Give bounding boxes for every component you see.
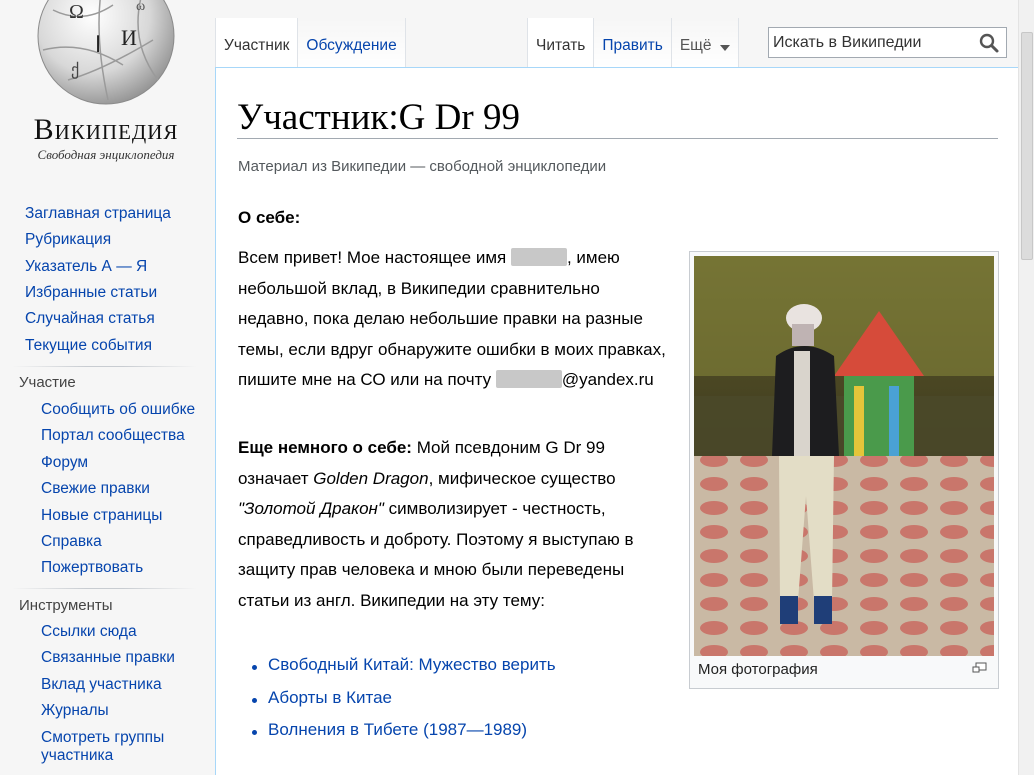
svg-text:И: И [121, 25, 137, 50]
sidebar-item-user-groups-line2[interactable]: участника [41, 747, 113, 765]
about-italic: "Золотой Дракон" [238, 499, 384, 518]
sidebar-divider [12, 588, 197, 589]
search-icon[interactable] [978, 32, 1000, 54]
tab-more-label: Ещё [679, 37, 712, 54]
sidebar-heading-participation[interactable]: Участие [19, 374, 76, 391]
tab-edit[interactable]: Править [594, 18, 672, 67]
intro-text: Всем привет! Мое настоящее имя [238, 248, 511, 267]
sidebar-divider [12, 366, 197, 367]
svg-text:ا: ا [95, 32, 101, 57]
chevron-down-icon [719, 45, 730, 51]
content-area: Участник:G Dr 99 Материал из Википедии —… [215, 67, 1018, 775]
scrollbar[interactable] [1018, 0, 1034, 775]
search-box [768, 27, 1007, 58]
search-input[interactable] [773, 31, 973, 54]
list-item[interactable]: Аборты в Китае [250, 688, 556, 721]
sidebar-item-logs[interactable]: Журналы [41, 702, 109, 720]
email-domain: @yandex.ru [561, 370, 654, 389]
wordmark: Википедия [33, 113, 179, 146]
tagline: Свободная энциклопедия [37, 147, 175, 162]
svg-text:W: W [113, 0, 130, 4]
title-divider [237, 138, 998, 139]
list-item[interactable]: Волнения в Тибете (1987—1989) [250, 720, 556, 753]
redacted-name [510, 248, 567, 266]
sidebar-item-current-events[interactable]: Текущие события [25, 337, 152, 355]
svg-text:ω: ω [136, 0, 145, 14]
wikipedia-logo[interactable]: Ω W ω ا И ქ Википедия Свободная энциклоп… [0, 0, 215, 180]
sidebar-item-donate[interactable]: Пожертвовать [41, 559, 143, 577]
sidebar-item-related-changes[interactable]: Связанные правки [41, 649, 175, 667]
sidebar-item-categories[interactable]: Рубрикация [25, 231, 111, 249]
tab-read-label: Читать [536, 37, 586, 54]
sidebar-item-community-portal[interactable]: Портал сообщества [41, 427, 185, 445]
sidebar-item-contributions[interactable]: Вклад участника [41, 676, 162, 694]
namespace-tabs: Участник Обсуждение [215, 18, 406, 67]
site-subtitle: Материал из Википедии — свободной энцикл… [238, 158, 607, 175]
sidebar-item-main-page[interactable]: Заглавная страница [25, 205, 171, 223]
about-italic: Golden Dragon [313, 468, 429, 488]
puzzle-globe-icon: Ω W ω ا И ქ [37, 0, 175, 105]
sidebar-item-featured[interactable]: Избранные статьи [25, 284, 157, 302]
sidebar-item-index[interactable]: Указатель А — Я [25, 258, 147, 276]
tab-discussion-label: Обсуждение [306, 37, 397, 54]
about-more-label: Еще немного о себе: [238, 438, 412, 457]
translated-articles-list: Свободный Китай: Мужество верить Аборты … [250, 655, 556, 753]
tab-user-label: Участник [224, 37, 290, 54]
sidebar-item-help[interactable]: Справка [41, 533, 102, 551]
about-text: , мифическое существо [428, 468, 616, 488]
about-heading: О себе: [238, 208, 301, 227]
intro-text: , имею небольшой вклад, в Википедии срав… [238, 248, 666, 389]
sidebar-item-what-links-here[interactable]: Ссылки сюда [41, 623, 137, 641]
redacted-email [495, 370, 562, 388]
scrollbar-thumb[interactable] [1021, 32, 1033, 260]
thumbnail-frame: Моя фотография [689, 251, 999, 689]
list-item[interactable]: Свободный Китай: Мужество верить [250, 655, 556, 688]
thumbnail-caption: Моя фотография [698, 661, 818, 678]
svg-text:ქ: ქ [71, 61, 79, 79]
tab-discussion[interactable]: Обсуждение [298, 18, 406, 67]
sidebar-item-random[interactable]: Случайная статья [25, 310, 155, 328]
tab-more-menu[interactable]: Ещё [671, 18, 739, 67]
view-tabs: Читать Править Ещё [527, 18, 739, 67]
user-photo[interactable] [694, 256, 994, 656]
sidebar-item-user-groups[interactable]: Смотреть группы [41, 729, 164, 747]
sidebar-item-new-pages[interactable]: Новые страницы [41, 507, 162, 525]
tab-edit-label: Править [602, 37, 663, 54]
sidebar-item-report-error[interactable]: Сообщить об ошибке [41, 401, 195, 419]
about-paragraph: Еще немного о себе: Мой псевдоним G Dr 9… [238, 433, 668, 616]
tab-read[interactable]: Читать [527, 18, 595, 67]
enlarge-icon[interactable] [972, 662, 987, 673]
sidebar-heading-tools[interactable]: Инструменты [19, 597, 113, 614]
intro-paragraph: Всем привет! Мое настоящее имя , имею не… [238, 243, 668, 396]
sidebar-item-recent-changes[interactable]: Свежие правки [41, 480, 150, 498]
page-title: Участник:G Dr 99 [237, 97, 520, 138]
svg-text:Ω: Ω [69, 1, 84, 23]
sidebar-item-forum[interactable]: Форум [41, 454, 88, 472]
tab-user[interactable]: Участник [215, 18, 299, 67]
